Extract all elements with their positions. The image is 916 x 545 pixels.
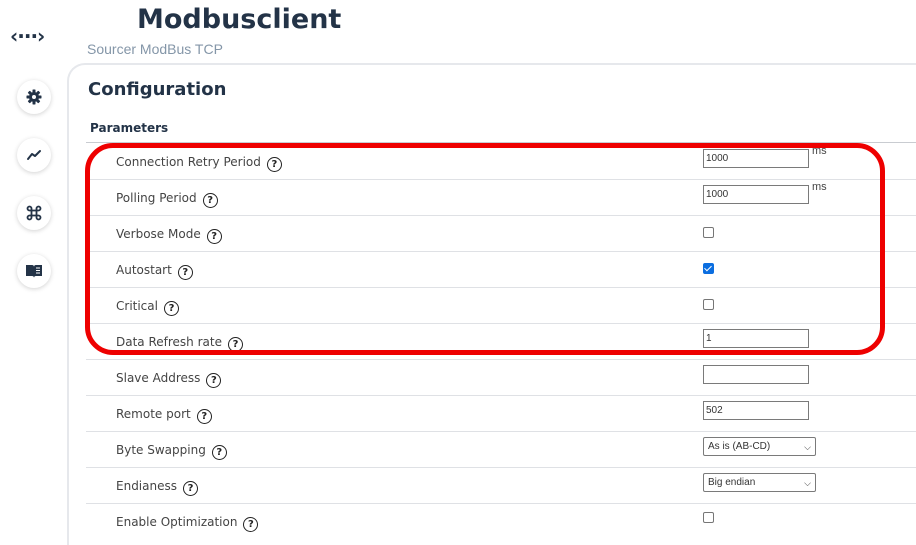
gear-icon (26, 89, 42, 105)
app-title: Modbusclient (137, 4, 342, 35)
verbose-mode-checkbox[interactable] (703, 227, 714, 238)
chevron-down-icon: ⌵ (804, 478, 811, 488)
param-label: Byte Swapping? (116, 443, 227, 460)
param-label: Autostart? (116, 263, 193, 280)
param-label: Remote port? (116, 407, 212, 424)
help-icon[interactable]: ? (202, 193, 218, 208)
param-row-endianess: Endianess? Big endian ⌵ (86, 467, 916, 504)
unit-label: ms (812, 145, 827, 157)
param-label: Endianess? (116, 479, 198, 496)
help-icon[interactable]: ? (227, 337, 243, 352)
chart-line-icon (27, 150, 41, 160)
help-icon[interactable]: ? (206, 373, 222, 388)
param-row-verbose-mode: Verbose Mode? (86, 215, 916, 252)
unit-label: ms (812, 181, 827, 193)
code-brackets-icon[interactable]: ‹···› (10, 24, 45, 48)
data-refresh-rate-input[interactable]: 1 (703, 329, 809, 348)
param-row-data-refresh-rate: Data Refresh rate? 1 (86, 323, 916, 360)
param-row-autostart: Autostart? (86, 251, 916, 288)
help-icon[interactable]: ? (196, 409, 212, 424)
section-title: Configuration (88, 79, 227, 100)
sidebar-item-settings[interactable] (17, 80, 51, 114)
slave-address-input[interactable] (703, 365, 809, 384)
param-label: Enable Optimization? (116, 515, 259, 532)
param-row-remote-port: Remote port? 502 (86, 395, 916, 432)
param-row-critical: Critical? (86, 287, 916, 324)
param-row-polling-period: Polling Period? 1000 ms (86, 179, 916, 216)
help-icon[interactable]: ? (177, 265, 193, 280)
param-label: Verbose Mode? (116, 227, 222, 244)
help-icon[interactable]: ? (163, 301, 179, 316)
param-label: Polling Period? (116, 191, 218, 208)
endianess-select[interactable]: Big endian ⌵ (703, 473, 816, 492)
param-row-slave-address: Slave Address? (86, 359, 916, 396)
sidebar-item-metrics[interactable] (17, 138, 51, 172)
sidebar-item-commands[interactable] (17, 196, 51, 230)
help-icon[interactable]: ? (206, 229, 222, 244)
param-row-byte-swapping: Byte Swapping? As is (AB-CD) ⌵ (86, 431, 916, 468)
polling-period-input[interactable]: 1000 (703, 185, 809, 204)
param-label: Critical? (116, 299, 179, 316)
param-label: Slave Address? (116, 371, 222, 388)
command-key-icon (26, 205, 42, 221)
chevron-down-icon: ⌵ (804, 442, 811, 452)
help-icon[interactable]: ? (182, 481, 198, 496)
help-icon[interactable]: ? (211, 445, 227, 460)
param-label: Data Refresh rate? (116, 335, 243, 352)
critical-checkbox[interactable] (703, 299, 714, 310)
enable-optimization-checkbox[interactable] (703, 512, 714, 523)
app-subtitle: Sourcer ModBus TCP (87, 41, 223, 57)
help-icon[interactable]: ? (266, 157, 282, 172)
parameters-heading: Parameters (90, 121, 169, 135)
byte-swapping-select[interactable]: As is (AB-CD) ⌵ (703, 437, 816, 456)
param-row-connection-retry-period: Connection Retry Period? 1000 ms (86, 143, 916, 180)
sidebar-item-docs[interactable] (17, 254, 51, 288)
remote-port-input[interactable]: 502 (703, 401, 809, 420)
autostart-checkbox[interactable] (703, 263, 714, 274)
book-icon (26, 265, 42, 278)
connection-retry-period-input[interactable]: 1000 (703, 149, 809, 168)
param-label: Connection Retry Period? (116, 155, 282, 172)
param-row-enable-optimization: Enable Optimization? (86, 503, 916, 539)
help-icon[interactable]: ? (243, 517, 259, 532)
